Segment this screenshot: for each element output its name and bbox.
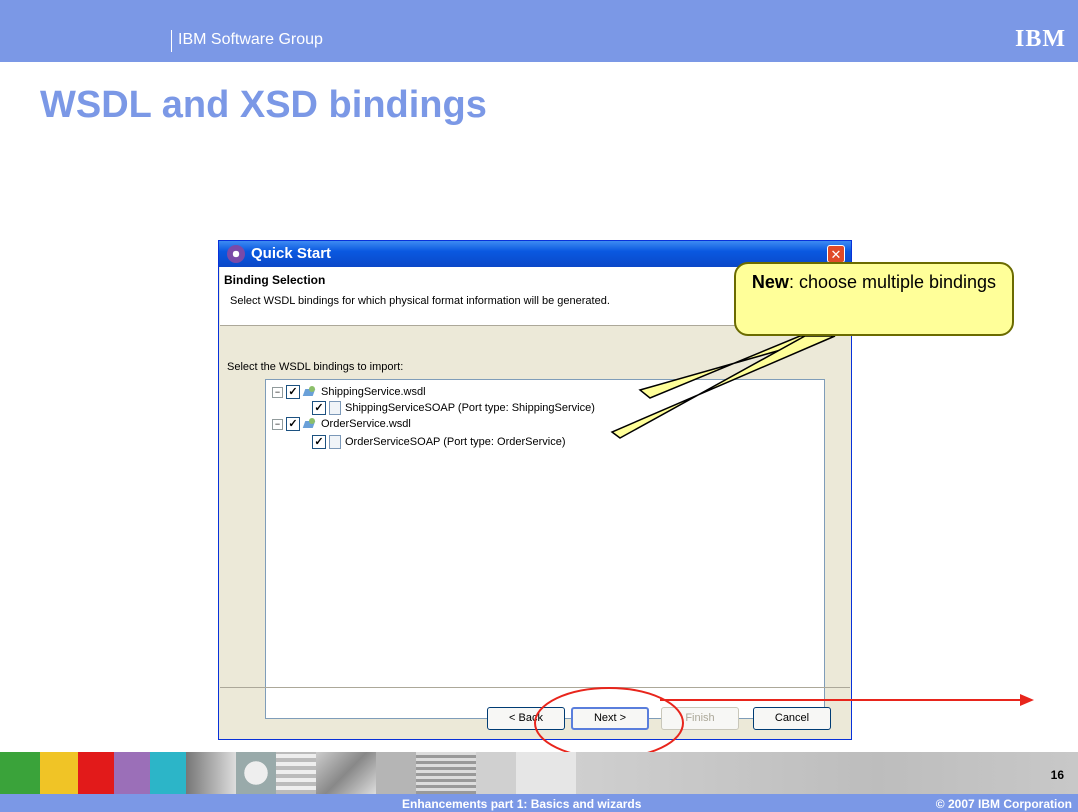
next-button-highlight (534, 687, 684, 759)
footer-copyright: © 2007 IBM Corporation (935, 797, 1072, 811)
annotation-overlay (534, 335, 1034, 759)
callout-text: : choose multiple bindings (788, 272, 997, 292)
callout-box: New: choose multiple bindings (734, 262, 1014, 336)
page-number: 16 (1050, 768, 1064, 782)
callout-bold: New (751, 272, 789, 292)
decorative-tiles (0, 752, 1078, 794)
callout-pointer-2 (610, 335, 836, 439)
footer-title: Enhancements part 1: Basics and wizards (402, 797, 642, 811)
arrow-head-icon (1020, 694, 1034, 706)
